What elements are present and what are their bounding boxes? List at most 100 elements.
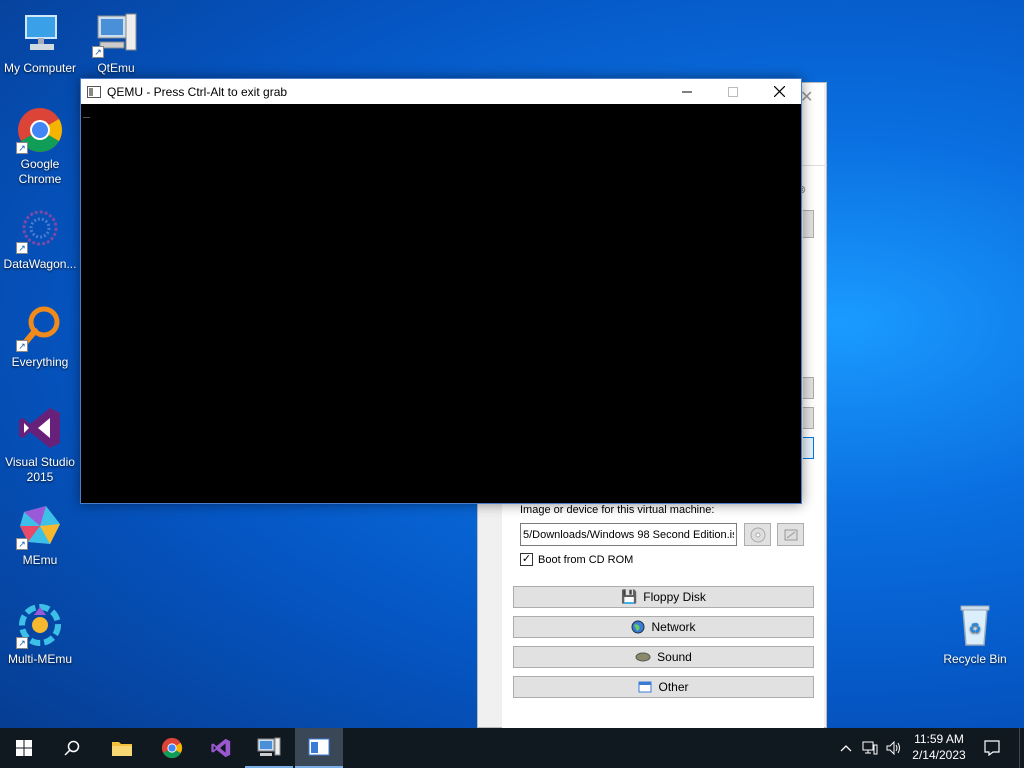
everything-icon: ↗ (16, 304, 64, 352)
start-button[interactable] (0, 728, 48, 768)
taskbar-qemu-active[interactable] (295, 728, 343, 768)
computer-icon (16, 10, 64, 58)
memu-icon: ↗ (16, 502, 64, 550)
desktop-icon-memu[interactable]: ↗ MEmu (0, 502, 80, 568)
folder-icon (112, 742, 132, 756)
maximize-button[interactable] (710, 79, 756, 104)
sound-label: Sound (657, 650, 692, 664)
datawagon-icon: ↗ (16, 206, 64, 254)
taskbar-chrome[interactable] (148, 728, 196, 768)
volume-icon (886, 741, 900, 755)
network-icon (862, 741, 878, 755)
desktop-icon-label: Multi-MEmu (7, 652, 72, 666)
taskbar-visual-studio[interactable] (197, 728, 245, 768)
recycle-bin-icon: ♻ (951, 601, 999, 649)
visual-studio-icon (211, 738, 231, 758)
boot-cdrom-checkbox-row[interactable]: ✓ Boot from CD ROM (520, 553, 633, 566)
close-icon (773, 86, 785, 97)
qemu-display[interactable]: _ (81, 104, 801, 503)
sound-card-icon (635, 652, 651, 662)
search-icon (64, 740, 80, 756)
clock-date: 2/14/2023 (912, 748, 966, 762)
shortcut-arrow-icon: ↗ (16, 242, 28, 254)
shortcut-arrow-icon: ↗ (16, 142, 28, 154)
qtemu-button-partial-selected[interactable] (803, 437, 814, 459)
close-button[interactable] (756, 79, 802, 104)
image-device-label: Image or device for this virtual machine… (520, 504, 715, 516)
image-path-field[interactable] (520, 523, 737, 546)
show-desktop-strip[interactable] (1019, 728, 1024, 768)
network-label: Network (651, 620, 696, 634)
network-button[interactable]: Network (513, 616, 814, 638)
chrome-icon (161, 737, 183, 759)
taskbar: 11:59 AM 2/14/2023 (0, 728, 1024, 768)
notification-icon (984, 740, 1000, 756)
desktop-icon-datawagon[interactable]: ↗ DataWagon... (0, 206, 80, 272)
desktop-icon-label: MEmu (22, 553, 58, 567)
desktop-icon-label: My Computer (3, 61, 77, 75)
chrome-icon: ↗ (16, 106, 64, 154)
cd-eject-button[interactable] (744, 523, 771, 546)
desktop-icon-everything[interactable]: ↗ Everything (0, 304, 80, 370)
action-center-button[interactable] (968, 728, 1016, 768)
taskbar-clock[interactable]: 11:59 AM 2/14/2023 (904, 731, 974, 763)
qtemu-button-partial[interactable] (803, 407, 814, 429)
qtemu-app-icon: ↗ (92, 10, 140, 58)
browse-image-button[interactable] (777, 523, 804, 546)
volume-tray-button[interactable] (882, 728, 906, 768)
floppy-disk-label: Floppy Disk (643, 590, 706, 604)
shortcut-arrow-icon: ↗ (92, 46, 104, 58)
qemu-app-icon (308, 738, 330, 756)
search-button[interactable] (48, 728, 96, 768)
desktop-icon-label: Visual Studio 2015 (5, 455, 75, 484)
desktop-icon-my-computer[interactable]: My Computer (0, 10, 80, 76)
qemu-app-icon (87, 85, 101, 98)
desktop-icon-visual-studio[interactable]: Visual Studio 2015 (0, 404, 80, 485)
desktop-icon-label: Everything (11, 355, 69, 369)
qemu-window[interactable]: QEMU - Press Ctrl-Alt to exit grab _ (80, 78, 802, 504)
globe-icon (631, 620, 645, 634)
qtemu-tab-strip-divider (800, 165, 827, 166)
qemu-window-title: QEMU - Press Ctrl-Alt to exit grab (107, 84, 288, 99)
desktop-icon-label: Google Chrome (18, 157, 62, 186)
qtemu-close-icon[interactable]: ✕ (800, 87, 813, 107)
visual-studio-icon (16, 404, 64, 452)
desktop-icon-google-chrome[interactable]: ↗ Google Chrome (0, 106, 80, 187)
desktop-icon-recycle-bin[interactable]: ♻ Recycle Bin (935, 601, 1015, 667)
shortcut-arrow-icon: ↗ (16, 340, 28, 352)
maximize-icon (728, 86, 738, 97)
taskbar-file-explorer[interactable] (98, 728, 146, 768)
shortcut-arrow-icon: ↗ (16, 637, 28, 649)
boot-cdrom-checkbox[interactable]: ✓ (520, 553, 533, 566)
taskbar-qtemu[interactable] (245, 728, 293, 768)
network-tray-button[interactable] (858, 728, 882, 768)
other-label: Other (658, 680, 689, 694)
cd-icon (750, 527, 765, 542)
floppy-disk-button[interactable]: 💾 Floppy Disk (513, 586, 814, 608)
console-cursor: _ (83, 104, 91, 118)
window-icon (638, 681, 652, 693)
qemu-titlebar[interactable]: QEMU - Press Ctrl-Alt to exit grab (81, 79, 801, 104)
multi-memu-icon: ↗ (16, 601, 64, 649)
qtemu-app-icon (257, 737, 281, 756)
drive-icon (784, 529, 797, 540)
desktop-icon-qtemu[interactable]: ↗ QtEmu (76, 10, 156, 76)
minimize-button[interactable] (664, 79, 710, 104)
desktop-icon-label: QtEmu (97, 61, 135, 75)
floppy-disk-icon: 💾 (621, 589, 638, 604)
windows-logo-icon (16, 740, 32, 756)
desktop-icon-label: DataWagon... (3, 257, 77, 271)
other-button[interactable]: Other (513, 676, 814, 698)
desktop-icon-label: Recycle Bin (943, 652, 1007, 666)
minimize-icon (682, 91, 692, 92)
svg-text:♻: ♻ (969, 621, 982, 637)
shortcut-arrow-icon: ↗ (16, 538, 28, 550)
clock-time: 11:59 AM (914, 732, 964, 746)
sound-button[interactable]: Sound (513, 646, 814, 668)
boot-cdrom-label: Boot from CD ROM (538, 553, 634, 566)
desktop-icon-multi-memu[interactable]: ↗ Multi-MEmu (0, 601, 80, 667)
qtemu-button-partial[interactable] (803, 210, 814, 238)
show-hidden-icons-button[interactable] (834, 728, 858, 768)
chevron-up-icon (840, 745, 852, 752)
qtemu-button-partial[interactable] (803, 377, 814, 399)
